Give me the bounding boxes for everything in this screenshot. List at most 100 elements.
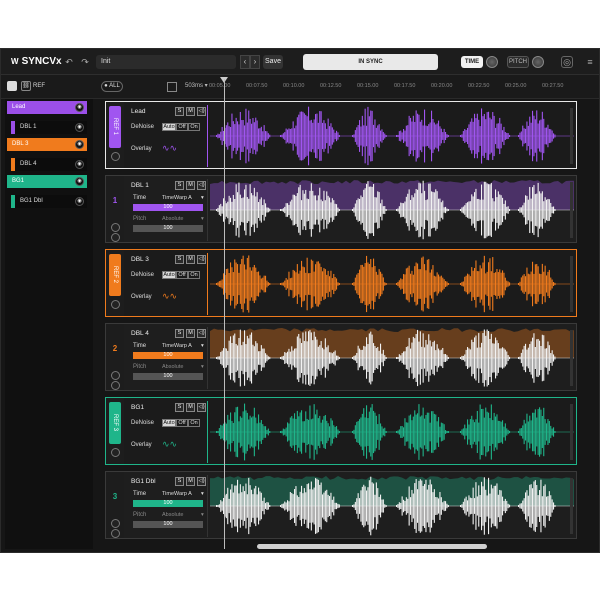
- speaker-icon[interactable]: ◁): [197, 181, 206, 190]
- track-name[interactable]: Lead: [131, 108, 145, 115]
- speaker-icon[interactable]: ◁): [197, 329, 206, 338]
- waveform[interactable]: [210, 326, 574, 390]
- overlay-preview[interactable]: ∿∿: [162, 143, 177, 154]
- speaker-icon[interactable]: ◁): [197, 107, 206, 116]
- record-button[interactable]: [111, 300, 120, 309]
- ref-tag[interactable]: REF 1: [109, 106, 121, 148]
- waveform[interactable]: [210, 104, 574, 168]
- time-amount-bar[interactable]: 100: [133, 500, 203, 507]
- track-name[interactable]: DBL 1: [131, 182, 149, 189]
- denoise-on-button[interactable]: On: [188, 271, 200, 279]
- track-scrollbar[interactable]: [570, 256, 573, 312]
- time-toggle-button[interactable]: TIME: [461, 56, 483, 68]
- solo-button[interactable]: S: [175, 329, 184, 338]
- ref-link-icon[interactable]: ⛓: [21, 81, 31, 91]
- sidebar-item[interactable]: BG1 Dbl ◉: [11, 195, 87, 208]
- mute-button[interactable]: M: [186, 255, 195, 264]
- solo-button[interactable]: S: [175, 477, 184, 486]
- pitch-mode-select[interactable]: Absolute: [162, 216, 183, 222]
- track-scrollbar[interactable]: [570, 330, 573, 386]
- all-toggle-button[interactable]: ● ALL: [101, 81, 123, 92]
- denoise-on-button[interactable]: On: [188, 123, 200, 131]
- track-name[interactable]: DBL 4: [131, 330, 149, 337]
- menu-icon[interactable]: ≡: [584, 56, 596, 68]
- mute-button[interactable]: M: [186, 181, 195, 190]
- sidebar-item[interactable]: BG1 ◉: [7, 175, 87, 188]
- sidebar-item[interactable]: DBL 1 ◉: [11, 121, 87, 134]
- record-button[interactable]: [111, 152, 120, 161]
- horizontal-scrollbar[interactable]: [257, 544, 487, 549]
- speaker-icon[interactable]: ◁): [197, 477, 206, 486]
- time-mode-select[interactable]: TimeWarp A: [162, 491, 192, 497]
- solo-button[interactable]: S: [175, 403, 184, 412]
- denoise-off-button[interactable]: Off: [176, 123, 188, 131]
- time-mode-select[interactable]: TimeWarp A: [162, 343, 192, 349]
- zoom-level[interactable]: 503ms ▾: [185, 82, 208, 89]
- time-mode-select[interactable]: TimeWarp A: [162, 195, 192, 201]
- denoise-off-button[interactable]: Off: [176, 419, 188, 427]
- mute-button[interactable]: M: [186, 477, 195, 486]
- speaker-icon[interactable]: ◁): [197, 255, 206, 264]
- sidebar-item[interactable]: DBL 4 ◉: [11, 158, 87, 171]
- denoise-auto-button[interactable]: Auto: [162, 271, 176, 279]
- denoise-auto-button[interactable]: Auto: [162, 419, 176, 427]
- track-scrollbar[interactable]: [570, 182, 573, 238]
- time-knob[interactable]: [486, 56, 498, 68]
- undo-icon[interactable]: ↶: [63, 56, 75, 68]
- track-name[interactable]: DBL 3: [131, 256, 149, 263]
- power-button[interactable]: [111, 233, 120, 242]
- ref-tag[interactable]: REF 2: [109, 254, 121, 296]
- waveform[interactable]: [210, 400, 574, 464]
- speaker-icon[interactable]: ◁): [197, 403, 206, 412]
- track-scrollbar[interactable]: [570, 108, 573, 164]
- preset-field[interactable]: Init: [96, 55, 236, 69]
- grid-icon[interactable]: [167, 82, 177, 92]
- next-preset-button[interactable]: ›: [250, 55, 260, 69]
- chevron-down-icon[interactable]: ▾: [201, 491, 204, 497]
- redo-icon[interactable]: ↷: [79, 56, 91, 68]
- waveform[interactable]: [210, 178, 574, 242]
- pitch-mode-select[interactable]: Absolute: [162, 364, 183, 370]
- waveform[interactable]: [210, 474, 574, 538]
- power-button[interactable]: [111, 381, 120, 390]
- track-scrollbar[interactable]: [570, 404, 573, 460]
- power-button[interactable]: [111, 529, 120, 538]
- sidebar-item[interactable]: Lead ◉: [7, 101, 87, 114]
- denoise-auto-button[interactable]: Auto: [162, 123, 176, 131]
- settings-icon[interactable]: ◎: [561, 56, 573, 68]
- pitch-amount-bar[interactable]: 100: [133, 373, 203, 380]
- pitch-amount-bar[interactable]: 100: [133, 521, 203, 528]
- track-scrollbar[interactable]: [570, 478, 573, 534]
- eye-icon[interactable]: ◉: [75, 103, 84, 112]
- time-amount-bar[interactable]: 100: [133, 352, 203, 359]
- solo-button[interactable]: S: [175, 107, 184, 116]
- pitch-amount-bar[interactable]: 100: [133, 225, 203, 232]
- record-button[interactable]: [111, 371, 120, 380]
- pitch-mode-select[interactable]: Absolute: [162, 512, 183, 518]
- denoise-on-button[interactable]: On: [188, 419, 200, 427]
- eye-icon[interactable]: ◉: [75, 197, 84, 206]
- track-name[interactable]: BG1: [131, 404, 144, 411]
- select-all-checkbox[interactable]: [7, 81, 17, 91]
- ref-tag[interactable]: REF 3: [109, 402, 121, 444]
- waveform[interactable]: [210, 252, 574, 316]
- denoise-off-button[interactable]: Off: [176, 271, 188, 279]
- mute-button[interactable]: M: [186, 403, 195, 412]
- eye-icon[interactable]: ◉: [75, 160, 84, 169]
- chevron-down-icon[interactable]: ▾: [201, 195, 204, 201]
- save-button[interactable]: Save: [263, 55, 283, 69]
- chevron-down-icon[interactable]: ▾: [201, 364, 204, 370]
- record-button[interactable]: [111, 519, 120, 528]
- chevron-down-icon[interactable]: ▾: [201, 343, 204, 349]
- eye-icon[interactable]: ◉: [75, 123, 84, 132]
- pitch-toggle-button[interactable]: PITCH: [507, 56, 529, 68]
- mute-button[interactable]: M: [186, 107, 195, 116]
- chevron-down-icon[interactable]: ▾: [201, 216, 204, 222]
- prev-preset-button[interactable]: ‹: [240, 55, 250, 69]
- overlay-preview[interactable]: ∿∿: [162, 439, 177, 450]
- chevron-down-icon[interactable]: ▾: [201, 512, 204, 518]
- sync-status-button[interactable]: IN SYNC: [303, 54, 438, 70]
- eye-icon[interactable]: ◉: [75, 177, 84, 186]
- solo-button[interactable]: S: [175, 255, 184, 264]
- solo-button[interactable]: S: [175, 181, 184, 190]
